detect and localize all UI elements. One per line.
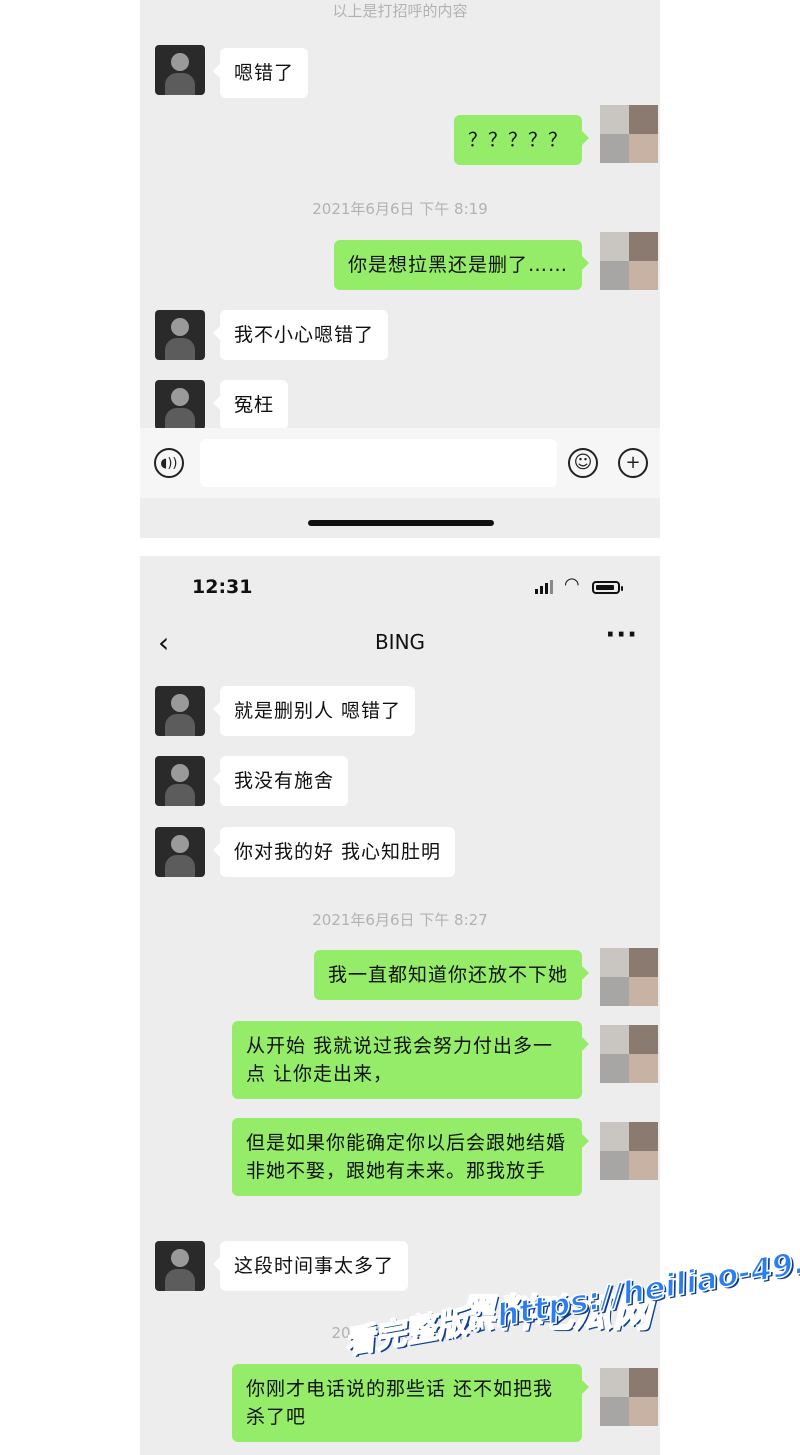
message-bubble[interactable]: 从开始 我就说过我会努力付出多一点 让你走出来， [232, 1021, 589, 1099]
message-bubble[interactable]: 你对我的好 我心知肚明 [212, 827, 456, 877]
avatar[interactable] [600, 1122, 658, 1180]
plus-icon[interactable]: + [618, 448, 648, 478]
avatar[interactable] [600, 1368, 658, 1426]
input-bar: ◖)) ☺ + [140, 428, 660, 498]
message-bubble[interactable]: 我不小心嗯错了 [212, 310, 389, 360]
voice-icon[interactable]: ◖)) [154, 448, 184, 478]
status-bar: 12:31 ◠ [140, 556, 660, 616]
avatar[interactable] [155, 380, 205, 430]
chat-screenshot-1: 以上是打招呼的内容 嗯错了 ？？？？？ 2021年6月6日 下午 8:19 你是… [140, 0, 660, 538]
avatar[interactable] [155, 686, 205, 736]
avatar[interactable] [155, 827, 205, 877]
message-bubble[interactable]: 就是删别人 嗯错了 [212, 686, 416, 736]
message-bubble[interactable]: 我没有施舍 [212, 756, 349, 806]
avatar[interactable] [155, 756, 205, 806]
message-bubble[interactable]: 这段时间事太多了 [212, 1241, 409, 1291]
avatar[interactable] [155, 45, 205, 95]
more-icon[interactable]: ··· [605, 620, 638, 650]
message-input[interactable] [200, 439, 557, 487]
avatar[interactable] [155, 310, 205, 360]
message-bubble[interactable]: 你是想拉黑还是删了…… [333, 240, 590, 290]
message-bubble[interactable]: ？？？？？ [453, 115, 590, 165]
message-bubble[interactable]: 你刚才电话说的那些话 还不如把我杀了吧 [232, 1364, 589, 1442]
avatar[interactable] [600, 1025, 658, 1083]
wifi-icon: ◠ [564, 574, 580, 595]
battery-icon [592, 581, 623, 594]
message-bubble[interactable]: 嗯错了 [212, 48, 309, 98]
home-indicator[interactable] [308, 520, 494, 526]
chat-title: BING [374, 630, 426, 654]
avatar[interactable] [600, 232, 658, 290]
message-bubble[interactable]: 冤枉 [212, 380, 289, 430]
status-time: 12:31 [192, 576, 253, 598]
message-bubble[interactable]: 我一直都知道你还放不下她 [313, 950, 590, 1000]
greeting-note: 以上是打招呼的内容 [332, 2, 468, 20]
avatar[interactable] [155, 1241, 205, 1291]
message-bubble[interactable]: 但是如果你能确定你以后会跟她结婚 非她不娶，跟她有未来。那我放手 [232, 1118, 589, 1196]
emoji-icon[interactable]: ☺ [568, 448, 598, 478]
signal-icon [535, 580, 553, 594]
chat-header: ‹ BING ··· [140, 618, 660, 668]
avatar[interactable] [600, 105, 658, 163]
timestamp: 2021年6月6日 下午 8:19 [312, 200, 488, 218]
avatar[interactable] [600, 948, 658, 1006]
timestamp: 2021年6月6日 下午 8:27 [312, 911, 488, 929]
